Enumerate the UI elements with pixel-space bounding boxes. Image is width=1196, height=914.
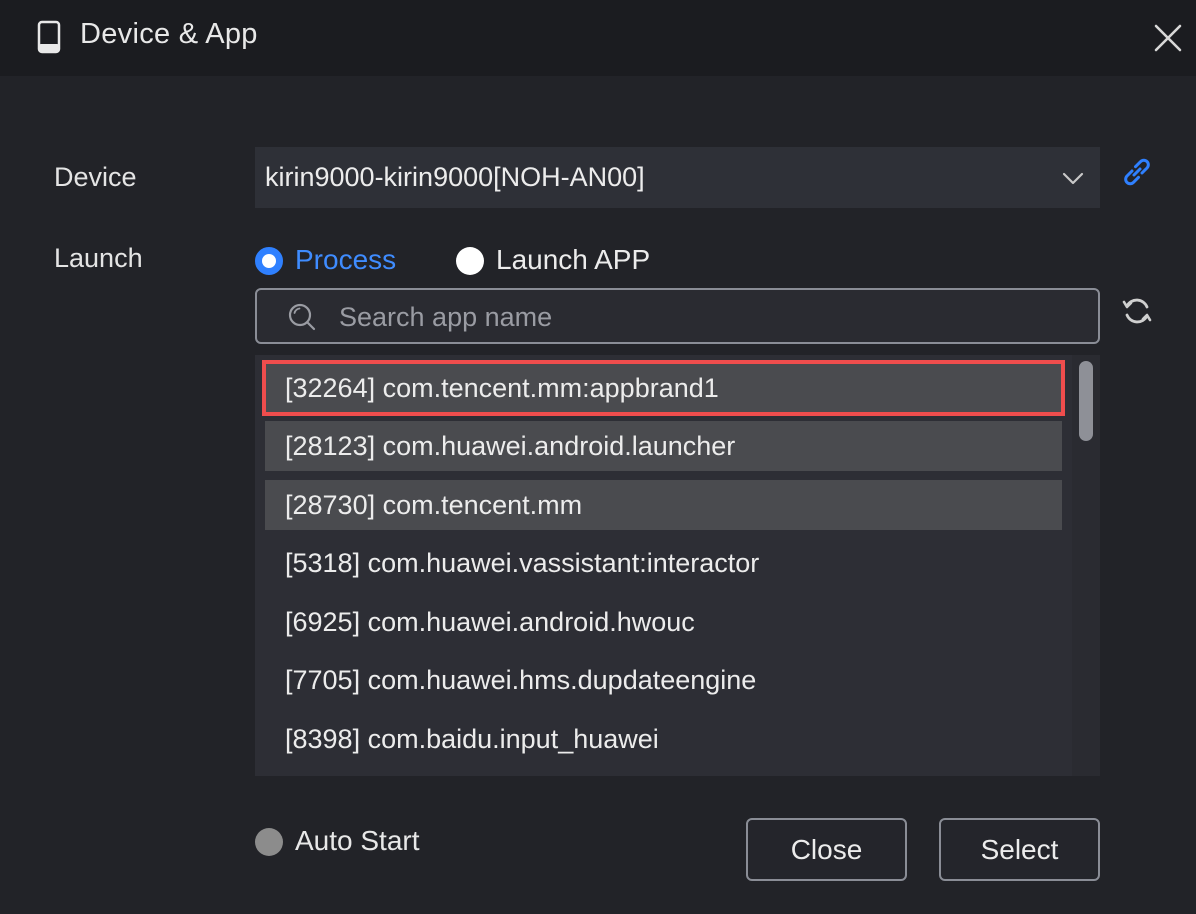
list-item[interactable]: [32264] com.tencent.mm:appbrand1 xyxy=(262,360,1065,416)
process-list[interactable]: [32264] com.tencent.mm:appbrand1 [28123]… xyxy=(255,355,1100,776)
search-placeholder: Search app name xyxy=(339,302,553,332)
list-item[interactable]: [7705] com.huawei.hms.dupdateengine xyxy=(265,655,1062,705)
link-icon[interactable] xyxy=(1120,155,1154,189)
scrollbar-thumb[interactable] xyxy=(1079,361,1093,441)
radio-launch-app-label: Launch APP xyxy=(496,244,651,275)
device-select[interactable]: kirin9000-kirin9000[NOH-AN00] xyxy=(255,147,1100,208)
launch-label: Launch xyxy=(54,243,143,273)
list-scrollbar[interactable] xyxy=(1072,355,1100,776)
close-icon[interactable] xyxy=(1150,20,1186,56)
auto-start-indicator xyxy=(255,828,283,856)
close-button[interactable]: Close xyxy=(746,818,907,881)
radio-process-indicator xyxy=(255,247,283,275)
title-bar: Device & App xyxy=(0,0,1196,76)
select-button[interactable]: Select xyxy=(939,818,1100,881)
phone-icon xyxy=(37,20,61,54)
chevron-down-icon xyxy=(1062,172,1084,185)
auto-start-label: Auto Start xyxy=(295,825,420,856)
device-select-value: kirin9000-kirin9000[NOH-AN00] xyxy=(265,162,645,192)
device-label: Device xyxy=(54,162,137,192)
dialog-title: Device & App xyxy=(80,18,258,50)
search-input[interactable]: Search app name xyxy=(255,288,1100,344)
list-item[interactable]: [8398] com.baidu.input_huawei xyxy=(265,714,1062,764)
list-item[interactable]: [6925] com.huawei.android.hwouc xyxy=(265,597,1062,647)
radio-process-label: Process xyxy=(295,244,397,275)
radio-launch-app-indicator xyxy=(456,247,484,275)
list-item[interactable]: [28730] com.tencent.mm xyxy=(265,480,1062,530)
device-app-dialog: Device & App Device kirin9000-kirin9000[… xyxy=(0,0,1196,914)
search-icon xyxy=(288,303,316,331)
refresh-icon[interactable] xyxy=(1120,294,1154,328)
list-item[interactable]: [28123] com.huawei.android.launcher xyxy=(265,421,1062,471)
list-item[interactable]: [5318] com.huawei.vassistant:interactor xyxy=(265,538,1062,588)
